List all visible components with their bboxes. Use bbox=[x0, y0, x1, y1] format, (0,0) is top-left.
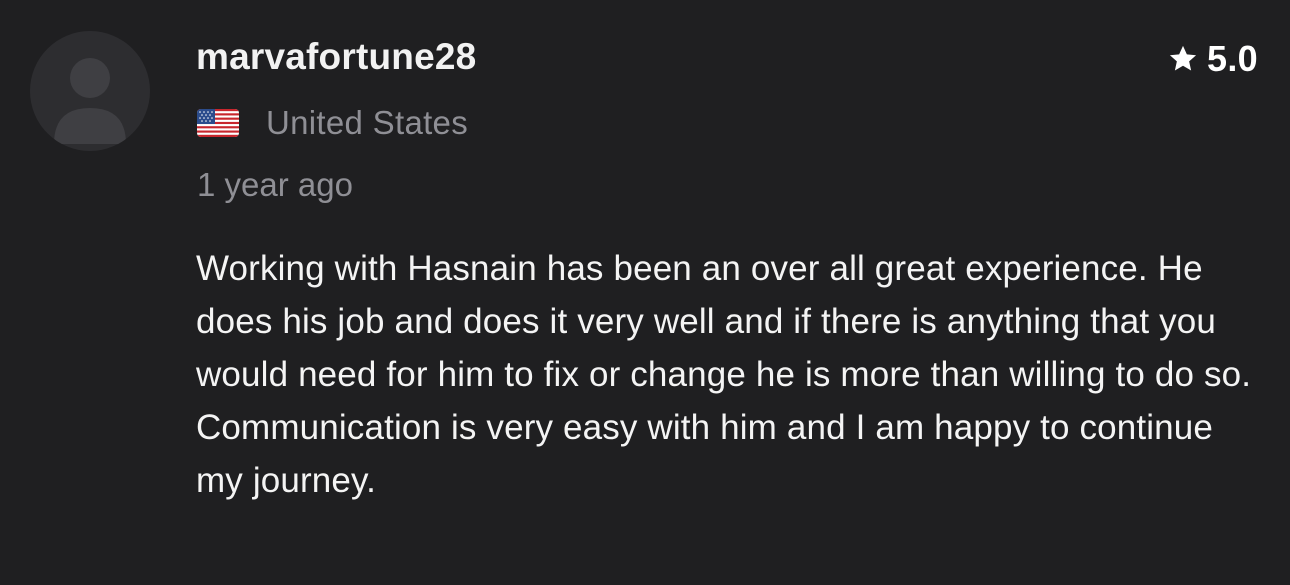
avatar[interactable] bbox=[30, 31, 150, 151]
rating: 5.0 bbox=[1167, 38, 1258, 80]
reviewer-username[interactable]: marvafortune28 bbox=[196, 36, 476, 78]
reviewer-location: United States bbox=[197, 104, 468, 142]
us-flag-icon bbox=[197, 109, 239, 137]
review-card: marvafortune28 5.0 United States 1 year … bbox=[0, 0, 1290, 585]
review-text: Working with Hasnain has been an over al… bbox=[196, 249, 1252, 500]
user-silhouette-icon bbox=[54, 58, 126, 144]
country-name: United States bbox=[266, 104, 469, 141]
rating-value: 5.0 bbox=[1207, 38, 1258, 79]
star-icon bbox=[1169, 45, 1197, 71]
review-timestamp: 1 year ago bbox=[197, 166, 353, 203]
